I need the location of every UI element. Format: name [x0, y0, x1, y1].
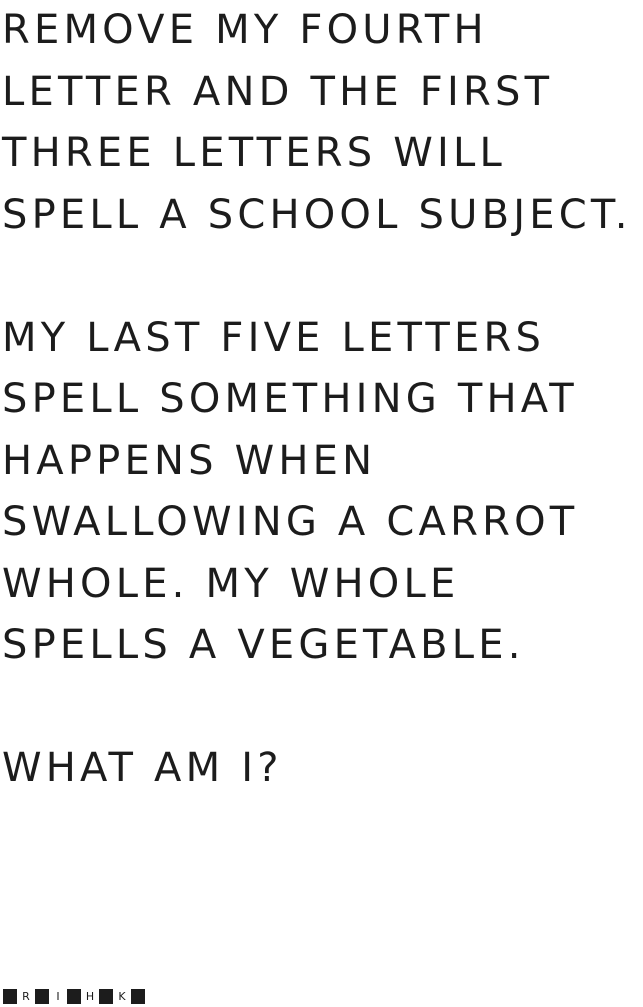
riddle-paragraph-1: REMOVE MY FOURTH LETTER AND THE FIRST TH… [2, 7, 632, 238]
logo-block [99, 989, 113, 1004]
brand-logo: R I H K [3, 989, 145, 1004]
riddle-text: REMOVE MY FOURTH LETTER AND THE FIRST TH… [2, 0, 638, 800]
logo-block [131, 989, 145, 1004]
riddle-paragraph-2: MY LAST FIVE LETTERS SPELL SOMETHING THA… [2, 314, 579, 669]
riddle-question: WHAT AM I? [2, 745, 283, 791]
logo-letter: I [56, 990, 60, 1003]
logo-letter: K [118, 990, 126, 1003]
logo-letter: R [22, 990, 30, 1003]
logo-block [3, 989, 17, 1004]
logo-letter: H [85, 990, 95, 1003]
logo-block [35, 989, 49, 1004]
logo-block [67, 989, 81, 1004]
